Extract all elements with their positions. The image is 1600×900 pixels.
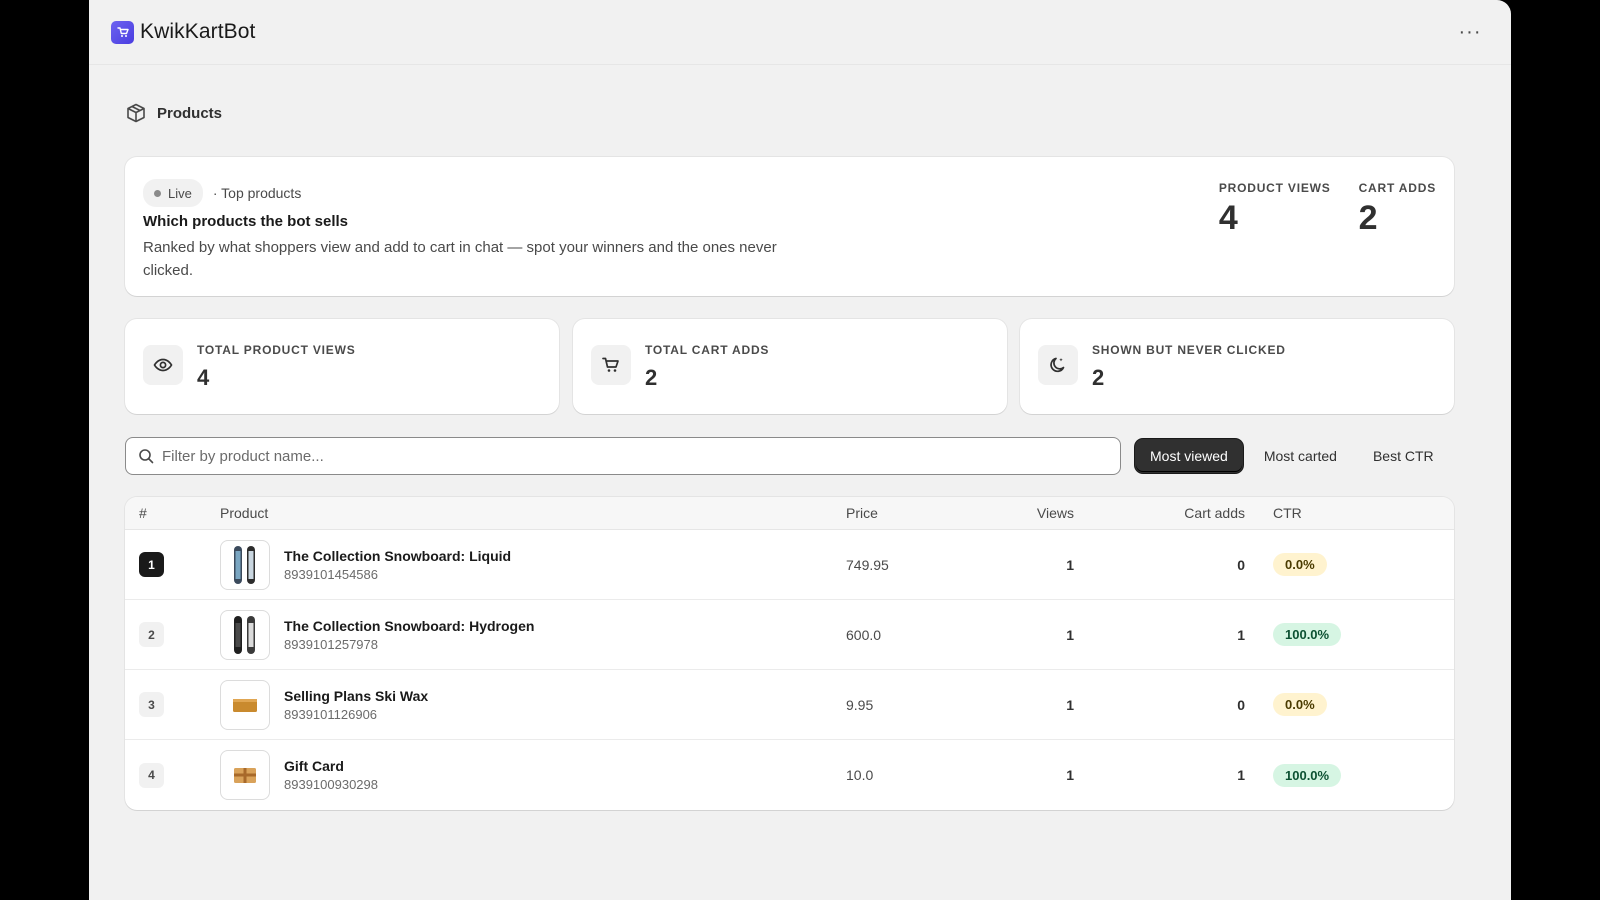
product-views: 1 — [1066, 626, 1074, 643]
product-price: 9.95 — [846, 696, 874, 713]
product-thumbnail — [220, 539, 270, 590]
search-field[interactable] — [125, 437, 1121, 475]
product-id: 8939101454586 — [284, 566, 378, 582]
hero-stats: PRODUCT VIEWS 4 CART ADDS 2 — [1219, 181, 1436, 238]
product-id: 8939101126906 — [284, 706, 378, 722]
hero-stat-value: 4 — [1218, 199, 1238, 237]
filter-row: Most viewed Most carted Best CTR — [125, 437, 1454, 475]
product-cart-adds: 0 — [1237, 696, 1245, 713]
hero-stat-carts: CART ADDS 2 — [1359, 181, 1436, 238]
rank-badge: 4 — [139, 762, 164, 788]
hero-subtitle: · Top products — [212, 185, 302, 201]
table-header: # Product Price Views Cart adds CTR — [125, 497, 1454, 530]
product-views: 1 — [1066, 696, 1074, 713]
top-bar: KwikKartBot ··· — [89, 0, 1511, 65]
live-dot-icon — [154, 189, 161, 197]
sort-most-viewed-button[interactable]: Most viewed — [1135, 439, 1243, 473]
page-title: Products — [157, 104, 223, 122]
header-ctr[interactable]: CTR — [1245, 505, 1302, 521]
gift-card-image-icon — [234, 768, 256, 783]
sort-most-carted-button[interactable]: Most carted — [1249, 439, 1352, 473]
product-name: The Collection Snowboard: Hydrogen — [284, 617, 535, 634]
hero-description: Ranked by what shoppers view and add to … — [143, 239, 777, 279]
product-cart-adds: 1 — [1237, 767, 1245, 783]
live-label: Live — [168, 185, 192, 201]
table-row[interactable]: 4 Gift Card 8939100930298 10.0 1 1 100.0… — [125, 740, 1454, 810]
ski-wax-image-icon — [233, 698, 257, 712]
eye-icon — [143, 344, 183, 385]
table-row[interactable]: 1 The Collection Snowboard: Liquid 89391… — [125, 530, 1454, 600]
hero-stat-views: PRODUCT VIEWS 4 — [1219, 181, 1331, 238]
kpi-never-clicked: SHOWN BUT NEVER CLICKED 2 — [1020, 319, 1454, 414]
header-price[interactable]: Price — [846, 505, 976, 521]
snowboard-image-icon — [234, 615, 255, 654]
kpi-total-cart-adds: TOTAL CART ADDS 2 — [573, 319, 1007, 414]
ctr-badge: 100.0% — [1273, 763, 1342, 787]
product-id: 8939101257978 — [284, 636, 378, 652]
product-id: 8939100930298 — [284, 777, 378, 792]
app-window: KwikKartBot ··· Products Live · Top prod… — [89, 0, 1511, 900]
more-options-button[interactable]: ··· — [1452, 14, 1488, 50]
product-thumbnail — [220, 679, 270, 730]
product-name: The Collection Snowboard: Liquid — [284, 547, 512, 564]
moon-icon — [1038, 344, 1078, 385]
kpi-label: TOTAL CART ADDS — [645, 342, 770, 357]
product-name: Gift Card — [284, 758, 344, 774]
products-table: # Product Price Views Cart adds CTR 1 Th… — [125, 497, 1454, 810]
product-thumbnail — [220, 609, 270, 660]
table-row[interactable]: 2 The Collection Snowboard: Hydrogen 893… — [125, 600, 1454, 670]
kpi-value: 4 — [197, 364, 210, 390]
ctr-badge: 0.0% — [1273, 693, 1327, 716]
rank-badge: 2 — [139, 622, 164, 647]
header-views[interactable]: Views — [976, 505, 1074, 521]
ctr-badge: 100.0% — [1273, 623, 1342, 646]
product-views: 1 — [1066, 556, 1074, 573]
kpi-value: 2 — [1092, 364, 1105, 390]
product-cart-adds: 1 — [1237, 626, 1245, 643]
hero-stat-label: PRODUCT VIEWS — [1218, 181, 1331, 195]
hero-card: Live · Top products Which products the b… — [125, 157, 1454, 296]
hero-stat-label: CART ADDS — [1358, 181, 1436, 195]
product-price: 600.0 — [846, 626, 882, 643]
snowboard-image-icon — [234, 545, 255, 584]
table-row[interactable]: 3 Selling Plans Ski Wax 8939101126906 9.… — [125, 670, 1454, 740]
package-icon — [127, 103, 145, 123]
app-title: KwikKartBot — [140, 20, 256, 43]
header-product[interactable]: Product — [220, 505, 846, 521]
live-badge: Live — [143, 179, 203, 207]
rank-badge: 3 — [139, 692, 164, 717]
ctr-badge: 0.0% — [1273, 553, 1327, 576]
sort-best-ctr-button[interactable]: Best CTR — [1358, 439, 1449, 473]
header-rank[interactable]: # — [125, 505, 220, 521]
rank-badge: 1 — [139, 552, 164, 577]
kpi-total-views: TOTAL PRODUCT VIEWS 4 — [125, 319, 559, 414]
product-price: 749.95 — [846, 556, 889, 573]
sort-toggle: Most viewed Most carted Best CTR — [1135, 439, 1449, 473]
search-icon — [139, 449, 154, 464]
kpi-label: TOTAL PRODUCT VIEWS — [197, 342, 356, 357]
page-header: Products — [125, 102, 222, 124]
kpi-label: SHOWN BUT NEVER CLICKED — [1092, 342, 1286, 357]
product-thumbnail — [220, 750, 270, 800]
more-icon: ··· — [1458, 20, 1482, 43]
product-views: 1 — [1066, 767, 1074, 783]
cart-icon — [591, 344, 631, 385]
app-logo-icon — [111, 20, 134, 44]
hero-stat-value: 2 — [1358, 199, 1378, 237]
search-input[interactable] — [162, 447, 1108, 465]
kpi-value: 2 — [645, 364, 658, 390]
product-cart-adds: 0 — [1237, 556, 1245, 573]
product-price: 10.0 — [846, 767, 874, 783]
product-name: Selling Plans Ski Wax — [284, 687, 429, 704]
header-cart-adds[interactable]: Cart adds — [1074, 505, 1245, 521]
